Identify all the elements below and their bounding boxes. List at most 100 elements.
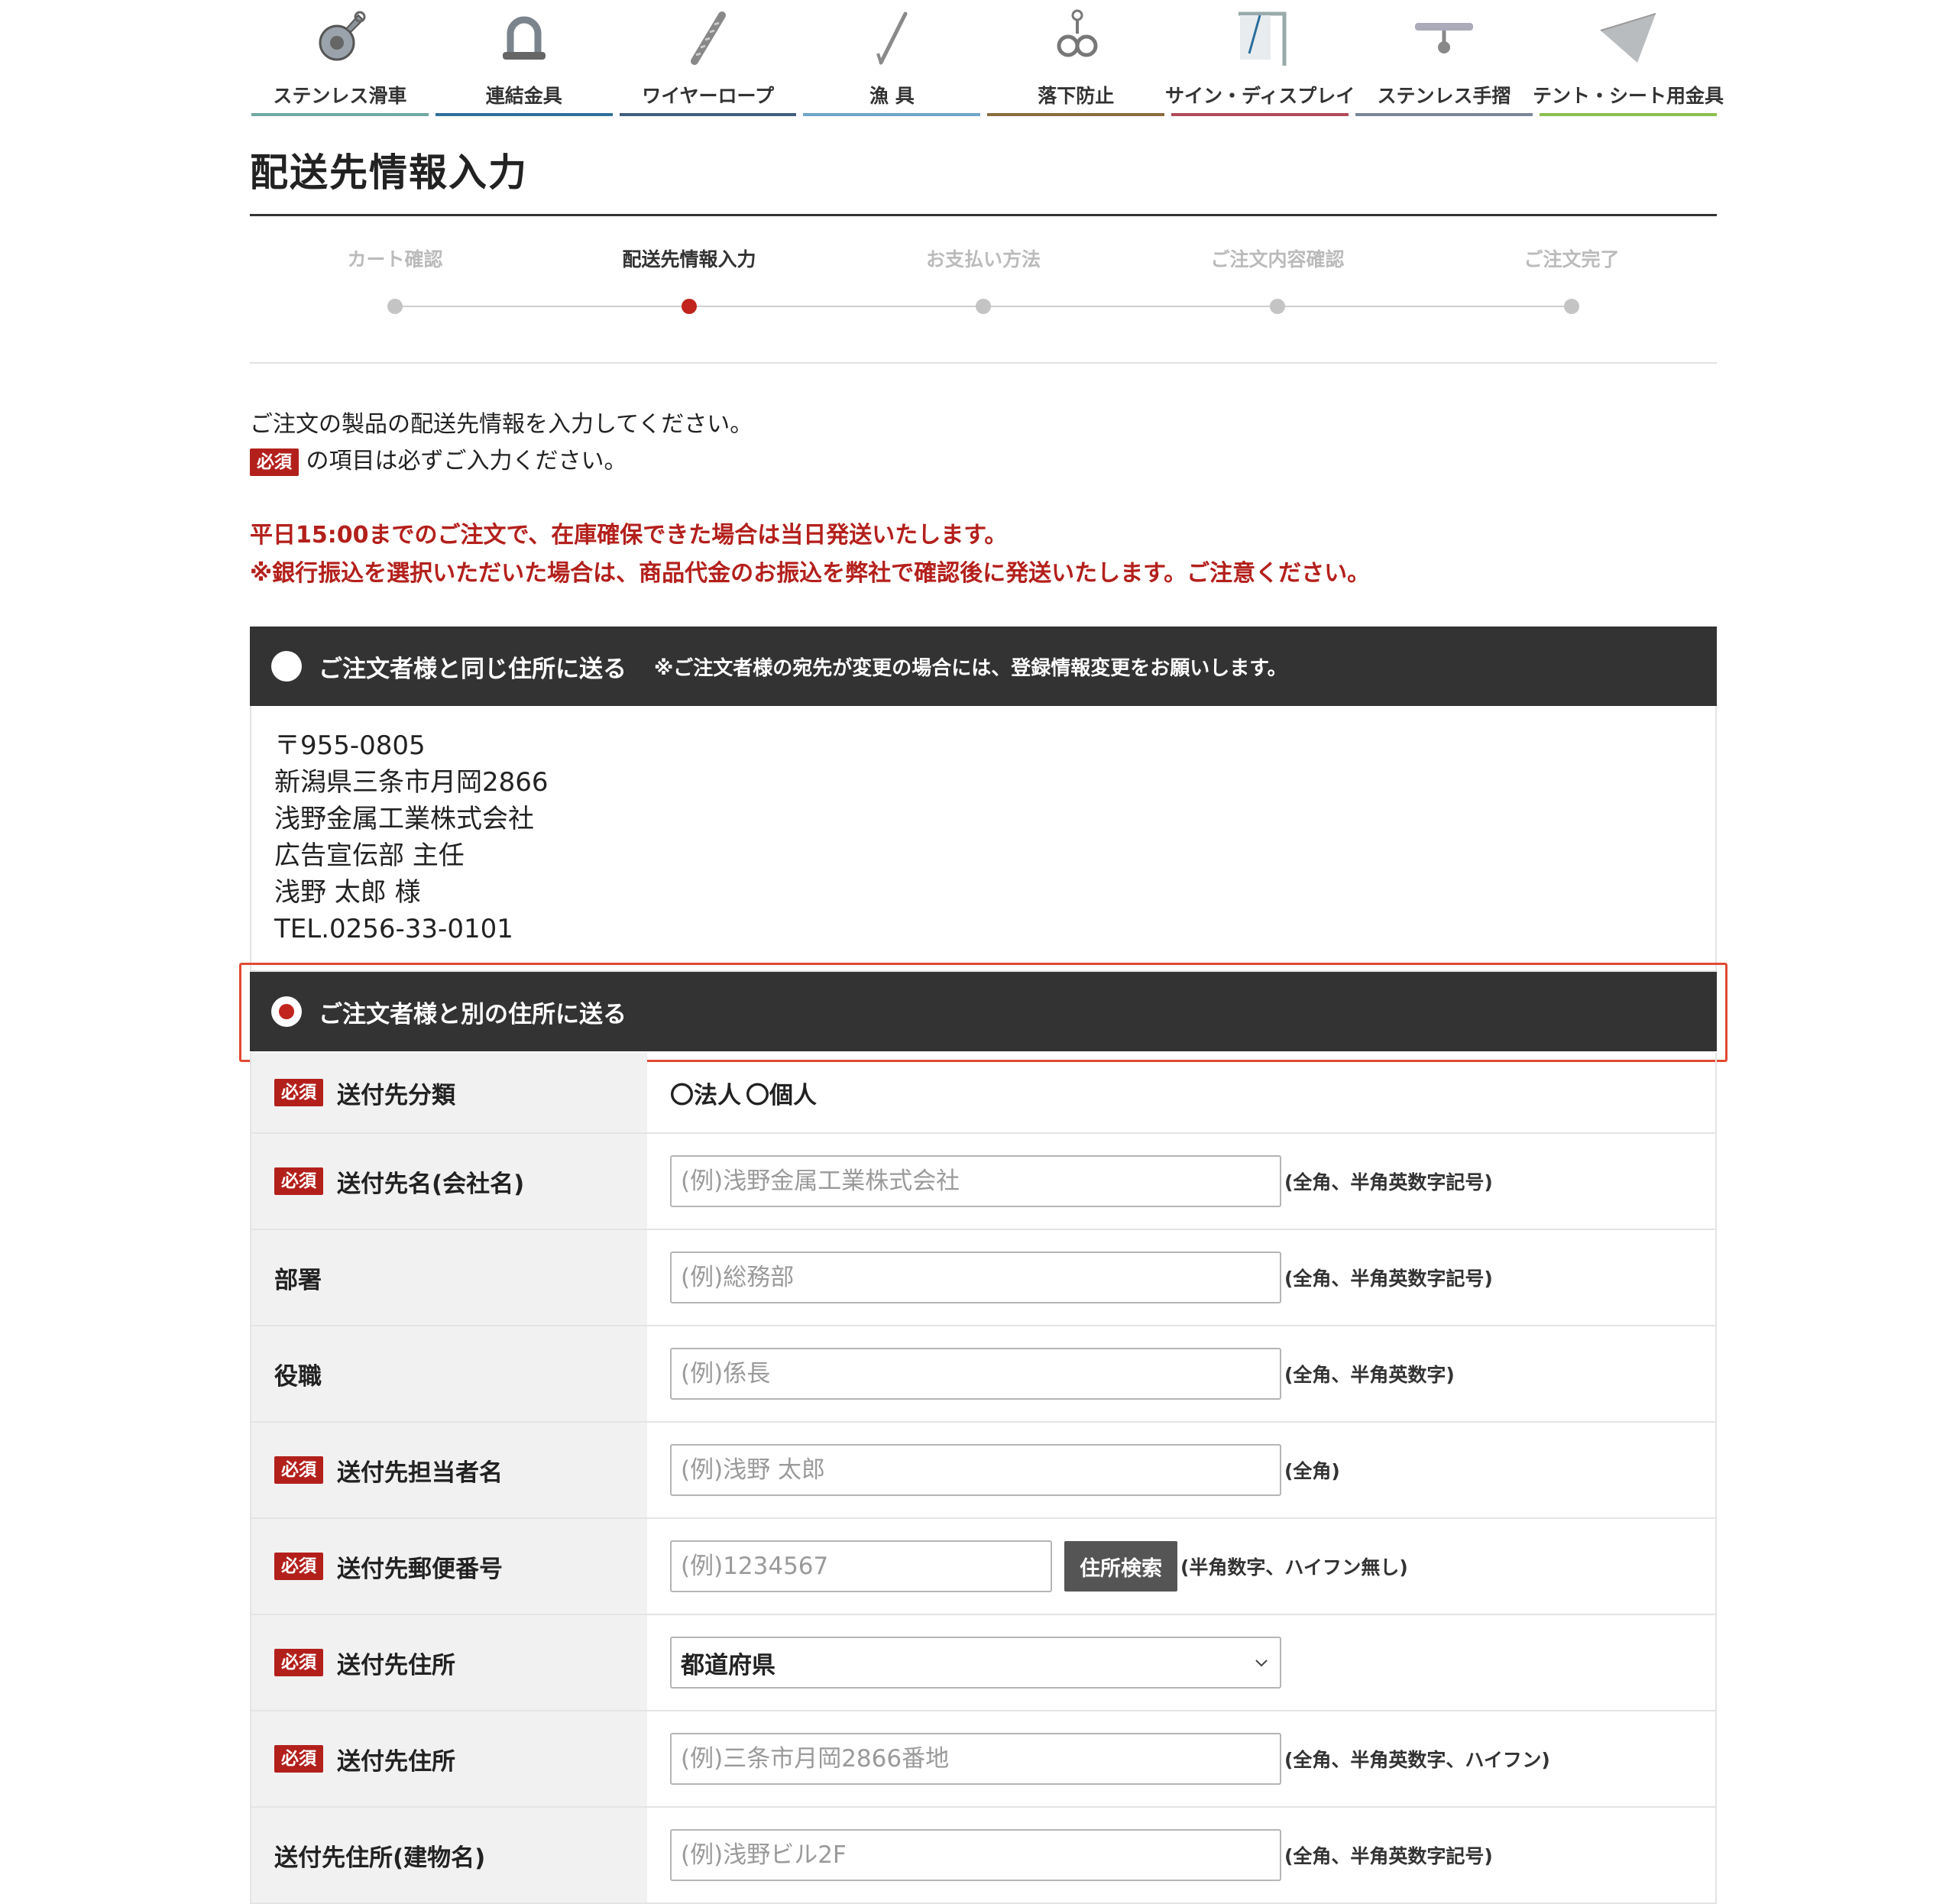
- field-hint: (全角、半角英数字): [1284, 1364, 1455, 1386]
- step-dot: [976, 299, 991, 314]
- radio-same-address[interactable]: [271, 651, 302, 682]
- category-item-tent-fitting[interactable]: テント・シート用金具: [1533, 0, 1724, 116]
- category-underline: [619, 113, 797, 116]
- pulley-icon: [309, 8, 371, 69]
- address-zip: 〒955-0805: [274, 730, 426, 761]
- address-input[interactable]: [670, 1733, 1281, 1785]
- building-input[interactable]: [670, 1829, 1281, 1881]
- category-underline: [1539, 113, 1717, 116]
- form-row-prefecture: 必須 送付先住所 都道府県: [251, 1615, 1715, 1711]
- handrail-icon: [1413, 8, 1475, 69]
- address-tel: TEL.0256-33-0101: [274, 914, 513, 944]
- fall-arrest-icon: [1045, 8, 1106, 69]
- step-dot-active: [682, 299, 697, 314]
- category-item-sign-display[interactable]: サイン・ディスプレイ: [1165, 0, 1355, 116]
- wire-rope-icon: [678, 8, 739, 69]
- category-underline: [803, 113, 981, 116]
- dest-type-radio-group: 〇法人 〇個人: [670, 1076, 821, 1110]
- category-item-coupling[interactable]: 連結金具: [435, 0, 613, 116]
- category-underline: [1171, 113, 1349, 116]
- field-label-text: 送付先名(会社名): [337, 1170, 525, 1198]
- address-company: 浅野金属工業株式会社: [274, 804, 534, 834]
- field-value: (全角、半角英数字記号): [647, 1808, 1715, 1902]
- field-value: (全角、半角英数字記号): [647, 1134, 1715, 1229]
- field-hint: (全角、半角英数字記号): [1284, 1845, 1493, 1867]
- option-same-address-note: ※ご注文者様の宛先が変更の場合には、登録情報変更をお願いします。: [654, 656, 1287, 680]
- company-name-input[interactable]: [670, 1155, 1281, 1207]
- orderer-address: 〒955-0805 新潟県三条市月岡2866 浅野金属工業株式会社 広告宣伝部 …: [250, 706, 1717, 972]
- field-value: 住所検索 (半角数字、ハイフン無し): [647, 1519, 1715, 1614]
- step-payment: お支払い方法: [869, 244, 1098, 314]
- step-dot: [1564, 299, 1579, 314]
- required-badge: 必須: [274, 1649, 323, 1676]
- option-other-address[interactable]: ご注文者様と別の住所に送る: [250, 972, 1717, 1051]
- radio-other-address[interactable]: [271, 996, 302, 1027]
- prefecture-select[interactable]: 都道府県: [670, 1637, 1281, 1689]
- address-department: 広告宣伝部 主任: [274, 840, 465, 871]
- step-order-complete: ご注文完了: [1457, 244, 1686, 314]
- position-input[interactable]: [670, 1348, 1281, 1400]
- title-divider: [250, 214, 1717, 216]
- notice-line-2: ※銀行振込を選択いただいた場合は、商品代金のお振込を弊社で確認後に発送いたします…: [250, 560, 1371, 587]
- field-hint: (全角、半角英数字記号): [1284, 1268, 1493, 1290]
- form-row-dest-type: 必須 送付先分類 〇法人 〇個人: [251, 1053, 1715, 1134]
- required-badge: 必須: [274, 1456, 323, 1484]
- chevron-down-icon: [1255, 1660, 1268, 1667]
- category-nav: ステンレス滑車 連結金具 ワイヤーロープ 漁 具 落下防止 サイン・ディスプレイ…: [250, 0, 1724, 116]
- category-item-pulley[interactable]: ステンレス滑車: [251, 0, 429, 116]
- category-label: ステンレス手摺: [1377, 85, 1511, 107]
- category-item-fall-arrest[interactable]: 落下防止: [987, 0, 1165, 116]
- required-badge: 必須: [274, 1745, 323, 1773]
- field-value: (全角): [647, 1423, 1715, 1517]
- category-item-handrail[interactable]: ステンレス手摺: [1355, 0, 1533, 116]
- field-label-text: 送付先郵便番号: [337, 1555, 503, 1583]
- required-badge: 必須: [274, 1079, 323, 1106]
- step-cart-confirm: カート確認: [280, 244, 510, 314]
- option-same-address[interactable]: ご注文者様と同じ住所に送る ※ご注文者様の宛先が変更の場合には、登録情報変更をお…: [250, 627, 1717, 706]
- category-label: 連結金具: [485, 85, 562, 107]
- intro-line-1: ご注文の製品の配送先情報を入力してください。: [250, 411, 753, 438]
- zip-code-input[interactable]: [670, 1540, 1052, 1592]
- category-item-fishing[interactable]: 漁 具: [803, 0, 981, 116]
- radio-corporate[interactable]: 〇法人: [670, 1076, 741, 1110]
- form-row-zip: 必須 送付先郵便番号 住所検索 (半角数字、ハイフン無し): [251, 1519, 1715, 1615]
- field-label-text: 送付先担当者名: [337, 1459, 503, 1487]
- required-badge: 必須: [274, 1553, 323, 1580]
- address-search-button[interactable]: 住所検索: [1064, 1541, 1177, 1592]
- field-label-text: 役職: [274, 1362, 322, 1391]
- field-hint: (全角、半角英数字、ハイフン): [1284, 1749, 1550, 1771]
- required-badge: 必須: [250, 448, 299, 476]
- field-label: 必須 送付先住所: [251, 1615, 647, 1710]
- notice-line-1: 平日15:00までのご注文で、在庫確保できた場合は当日発送いたします。: [250, 522, 1008, 549]
- form-row-building: 送付先住所(建物名) (全角、半角英数字記号): [251, 1808, 1715, 1904]
- option-same-address-label: ご注文者様と同じ住所に送る: [319, 655, 627, 683]
- category-label: テント・シート用金具: [1532, 85, 1724, 107]
- intro-line-2: 必須 の項目は必ずご入力ください。: [250, 443, 753, 480]
- field-label: 役職: [251, 1326, 647, 1421]
- field-hint: (全角): [1284, 1460, 1340, 1482]
- field-label: 必須 送付先名(会社名): [251, 1134, 647, 1229]
- option-other-address-label: ご注文者様と別の住所に送る: [319, 1000, 627, 1028]
- form-row-address: 必須 送付先住所 (全角、半角英数字、ハイフン): [251, 1711, 1715, 1808]
- field-label: 必須 送付先郵便番号: [251, 1519, 647, 1614]
- field-label: 必須 送付先担当者名: [251, 1423, 647, 1517]
- field-hint: (全角、半角英数字記号): [1284, 1171, 1493, 1193]
- field-value: (全角、半角英数字、ハイフン): [647, 1711, 1715, 1806]
- field-value: (全角、半角英数字記号): [647, 1230, 1715, 1325]
- form-row-company: 必須 送付先名(会社名) (全角、半角英数字記号): [251, 1134, 1715, 1230]
- step-shipping-info: 配送先情報入力: [575, 244, 804, 314]
- shackle-icon: [494, 8, 555, 69]
- category-underline: [251, 113, 429, 116]
- category-item-wire-rope[interactable]: ワイヤーロープ: [619, 0, 797, 116]
- field-value: 〇法人 〇個人: [647, 1053, 1715, 1132]
- category-underline: [435, 113, 613, 116]
- field-label: 必須 送付先分類: [251, 1053, 647, 1132]
- step-label: ご注文内容確認: [1210, 248, 1345, 270]
- radio-individual[interactable]: 〇個人: [746, 1076, 817, 1110]
- contact-name-input[interactable]: [670, 1444, 1281, 1496]
- category-label: サイン・ディスプレイ: [1165, 85, 1355, 107]
- steps-divider: [250, 362, 1717, 364]
- intro-required-text: の項目は必ずご入力ください。: [306, 448, 627, 474]
- category-underline: [1355, 113, 1533, 116]
- department-input[interactable]: [670, 1252, 1281, 1303]
